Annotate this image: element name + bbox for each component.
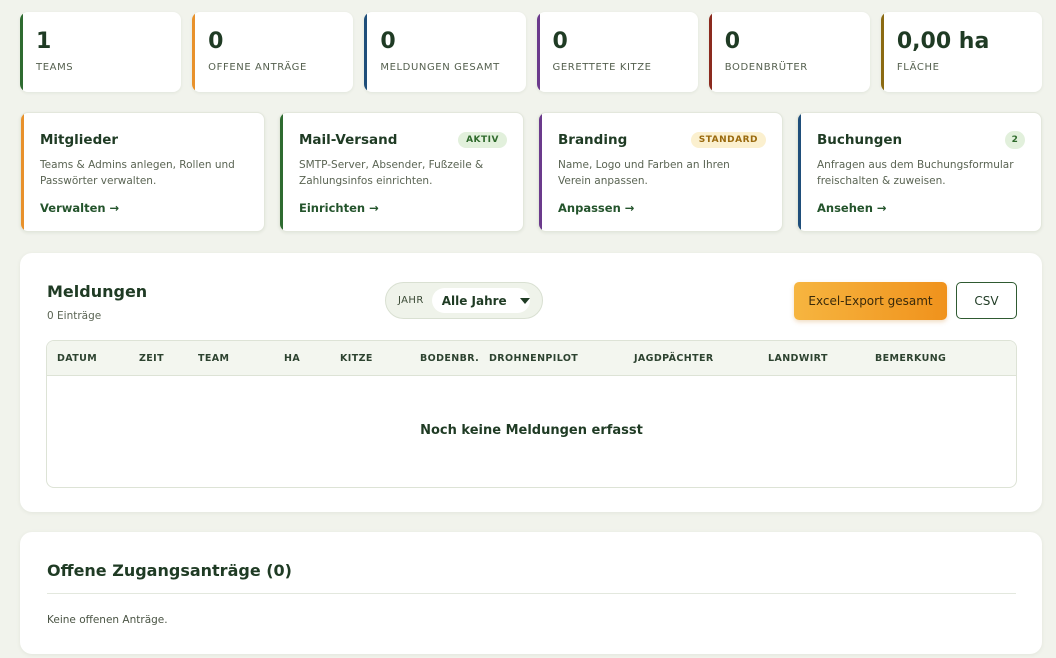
column-header-ground-breeders[interactable]: BODENBR. (420, 353, 479, 364)
stat-value: 0,00 ha (896, 29, 990, 54)
status-badge: AKTIV (458, 132, 507, 148)
empty-state-text: Noch keine Meldungen erfasst (420, 423, 643, 438)
excel-export-button[interactable]: Excel-Export gesamt (794, 282, 947, 320)
manage-link[interactable]: Verwalten → (40, 201, 119, 215)
stat-card-area: 0,00 ha FLÄCHE (880, 12, 1043, 92)
status-badge: STANDARD (690, 132, 766, 148)
stat-value: 0 (724, 29, 740, 54)
reports-panel: Meldungen 0 Einträge JAHR Alle Jahre Exc… (20, 253, 1042, 512)
stat-label: FLÄCHE (896, 62, 940, 73)
reports-table: DATUM ZEIT TEAM HA KITZE BODENBR. DROHNE… (46, 340, 1017, 488)
feature-card-mail[interactable]: Mail-Versand AKTIV SMTP-Server, Absender… (279, 112, 524, 232)
stat-label: TEAMS (36, 62, 74, 73)
access-requests-panel: Offene Zugangsanträge (0) Keine offenen … (20, 532, 1042, 654)
setup-link[interactable]: Einrichten → (299, 201, 379, 215)
column-header-drone-pilot[interactable]: DROHNENPILOT (489, 353, 578, 364)
view-link[interactable]: Ansehen → (817, 201, 887, 215)
stat-value: 0 (380, 29, 396, 54)
feature-card-bookings[interactable]: Buchungen 2 Anfragen aus dem Buchungsfor… (797, 112, 1042, 232)
column-header-time[interactable]: ZEIT (139, 353, 164, 364)
stat-label: GERETTETE KITZE (552, 62, 652, 73)
feature-description: Name, Logo und Farben an Ihren Verein an… (558, 159, 730, 187)
csv-export-button[interactable]: CSV (956, 282, 1017, 319)
customize-link[interactable]: Anpassen → (558, 201, 634, 215)
feature-title: Mail-Versand (299, 132, 398, 148)
reports-title: Meldungen (47, 282, 148, 301)
stat-label: OFFENE ANTRÄGE (208, 62, 307, 73)
year-filter: JAHR Alle Jahre (385, 282, 543, 319)
feature-card-branding[interactable]: Branding STANDARD Name, Logo und Farben … (538, 112, 783, 232)
count-badge: 2 (1005, 131, 1025, 149)
stat-value: 0 (552, 29, 568, 54)
stat-label: MELDUNGEN GESAMT (380, 62, 500, 73)
column-header-farmer[interactable]: LANDWIRT (768, 353, 828, 364)
feature-cards-row: Mitglieder Teams & Admins anlegen, Rolle… (20, 112, 1042, 232)
feature-description: Anfragen aus dem Buchungsformular freisc… (817, 159, 1014, 187)
feature-title: Mitglieder (40, 132, 119, 148)
year-filter-label: JAHR (398, 295, 424, 306)
feature-title: Branding (558, 132, 628, 148)
column-header-fawns[interactable]: KITZE (340, 353, 373, 364)
column-header-ha[interactable]: HA (284, 353, 300, 364)
access-requests-title: Offene Zugangsanträge (0) (47, 561, 292, 580)
stat-card-teams: 1 TEAMS (20, 12, 182, 92)
stat-card-ground-breeders: 0 BODENBRÜTER (708, 12, 870, 92)
feature-title: Buchungen (817, 132, 903, 148)
divider (47, 593, 1016, 594)
feature-description: Teams & Admins anlegen, Rollen und Passw… (40, 159, 235, 187)
stat-card-open-requests: 0 OFFENE ANTRÄGE (192, 12, 354, 92)
chevron-down-icon (519, 297, 530, 304)
table-header: DATUM ZEIT TEAM HA KITZE BODENBR. DROHNE… (47, 341, 1016, 376)
column-header-date[interactable]: DATUM (57, 353, 97, 364)
year-select[interactable]: Alle Jahre (431, 288, 530, 313)
stat-value: 1 (36, 29, 52, 54)
stat-card-rescued-fawns: 0 GERETTETE KITZE (536, 12, 698, 92)
stats-row: 1 TEAMS 0 OFFENE ANTRÄGE 0 MELDUNGEN GES… (20, 12, 1043, 92)
column-header-remark[interactable]: BEMERKUNG (875, 353, 946, 364)
stat-label: BODENBRÜTER (724, 62, 808, 73)
empty-state-text: Keine offenen Anträge. (47, 614, 168, 626)
column-header-team[interactable]: TEAM (198, 353, 229, 364)
feature-card-members[interactable]: Mitglieder Teams & Admins anlegen, Rolle… (20, 112, 265, 232)
stat-card-reports-total: 0 MELDUNGEN GESAMT (364, 12, 526, 92)
column-header-hunting-tenant[interactable]: JAGDPÄCHTER (634, 353, 714, 364)
reports-count: 0 Einträge (47, 310, 102, 322)
stat-value: 0 (208, 29, 224, 54)
year-select-value: Alle Jahre (441, 293, 507, 308)
feature-description: SMTP-Server, Absender, Fußzeile & Zahlun… (299, 159, 484, 187)
